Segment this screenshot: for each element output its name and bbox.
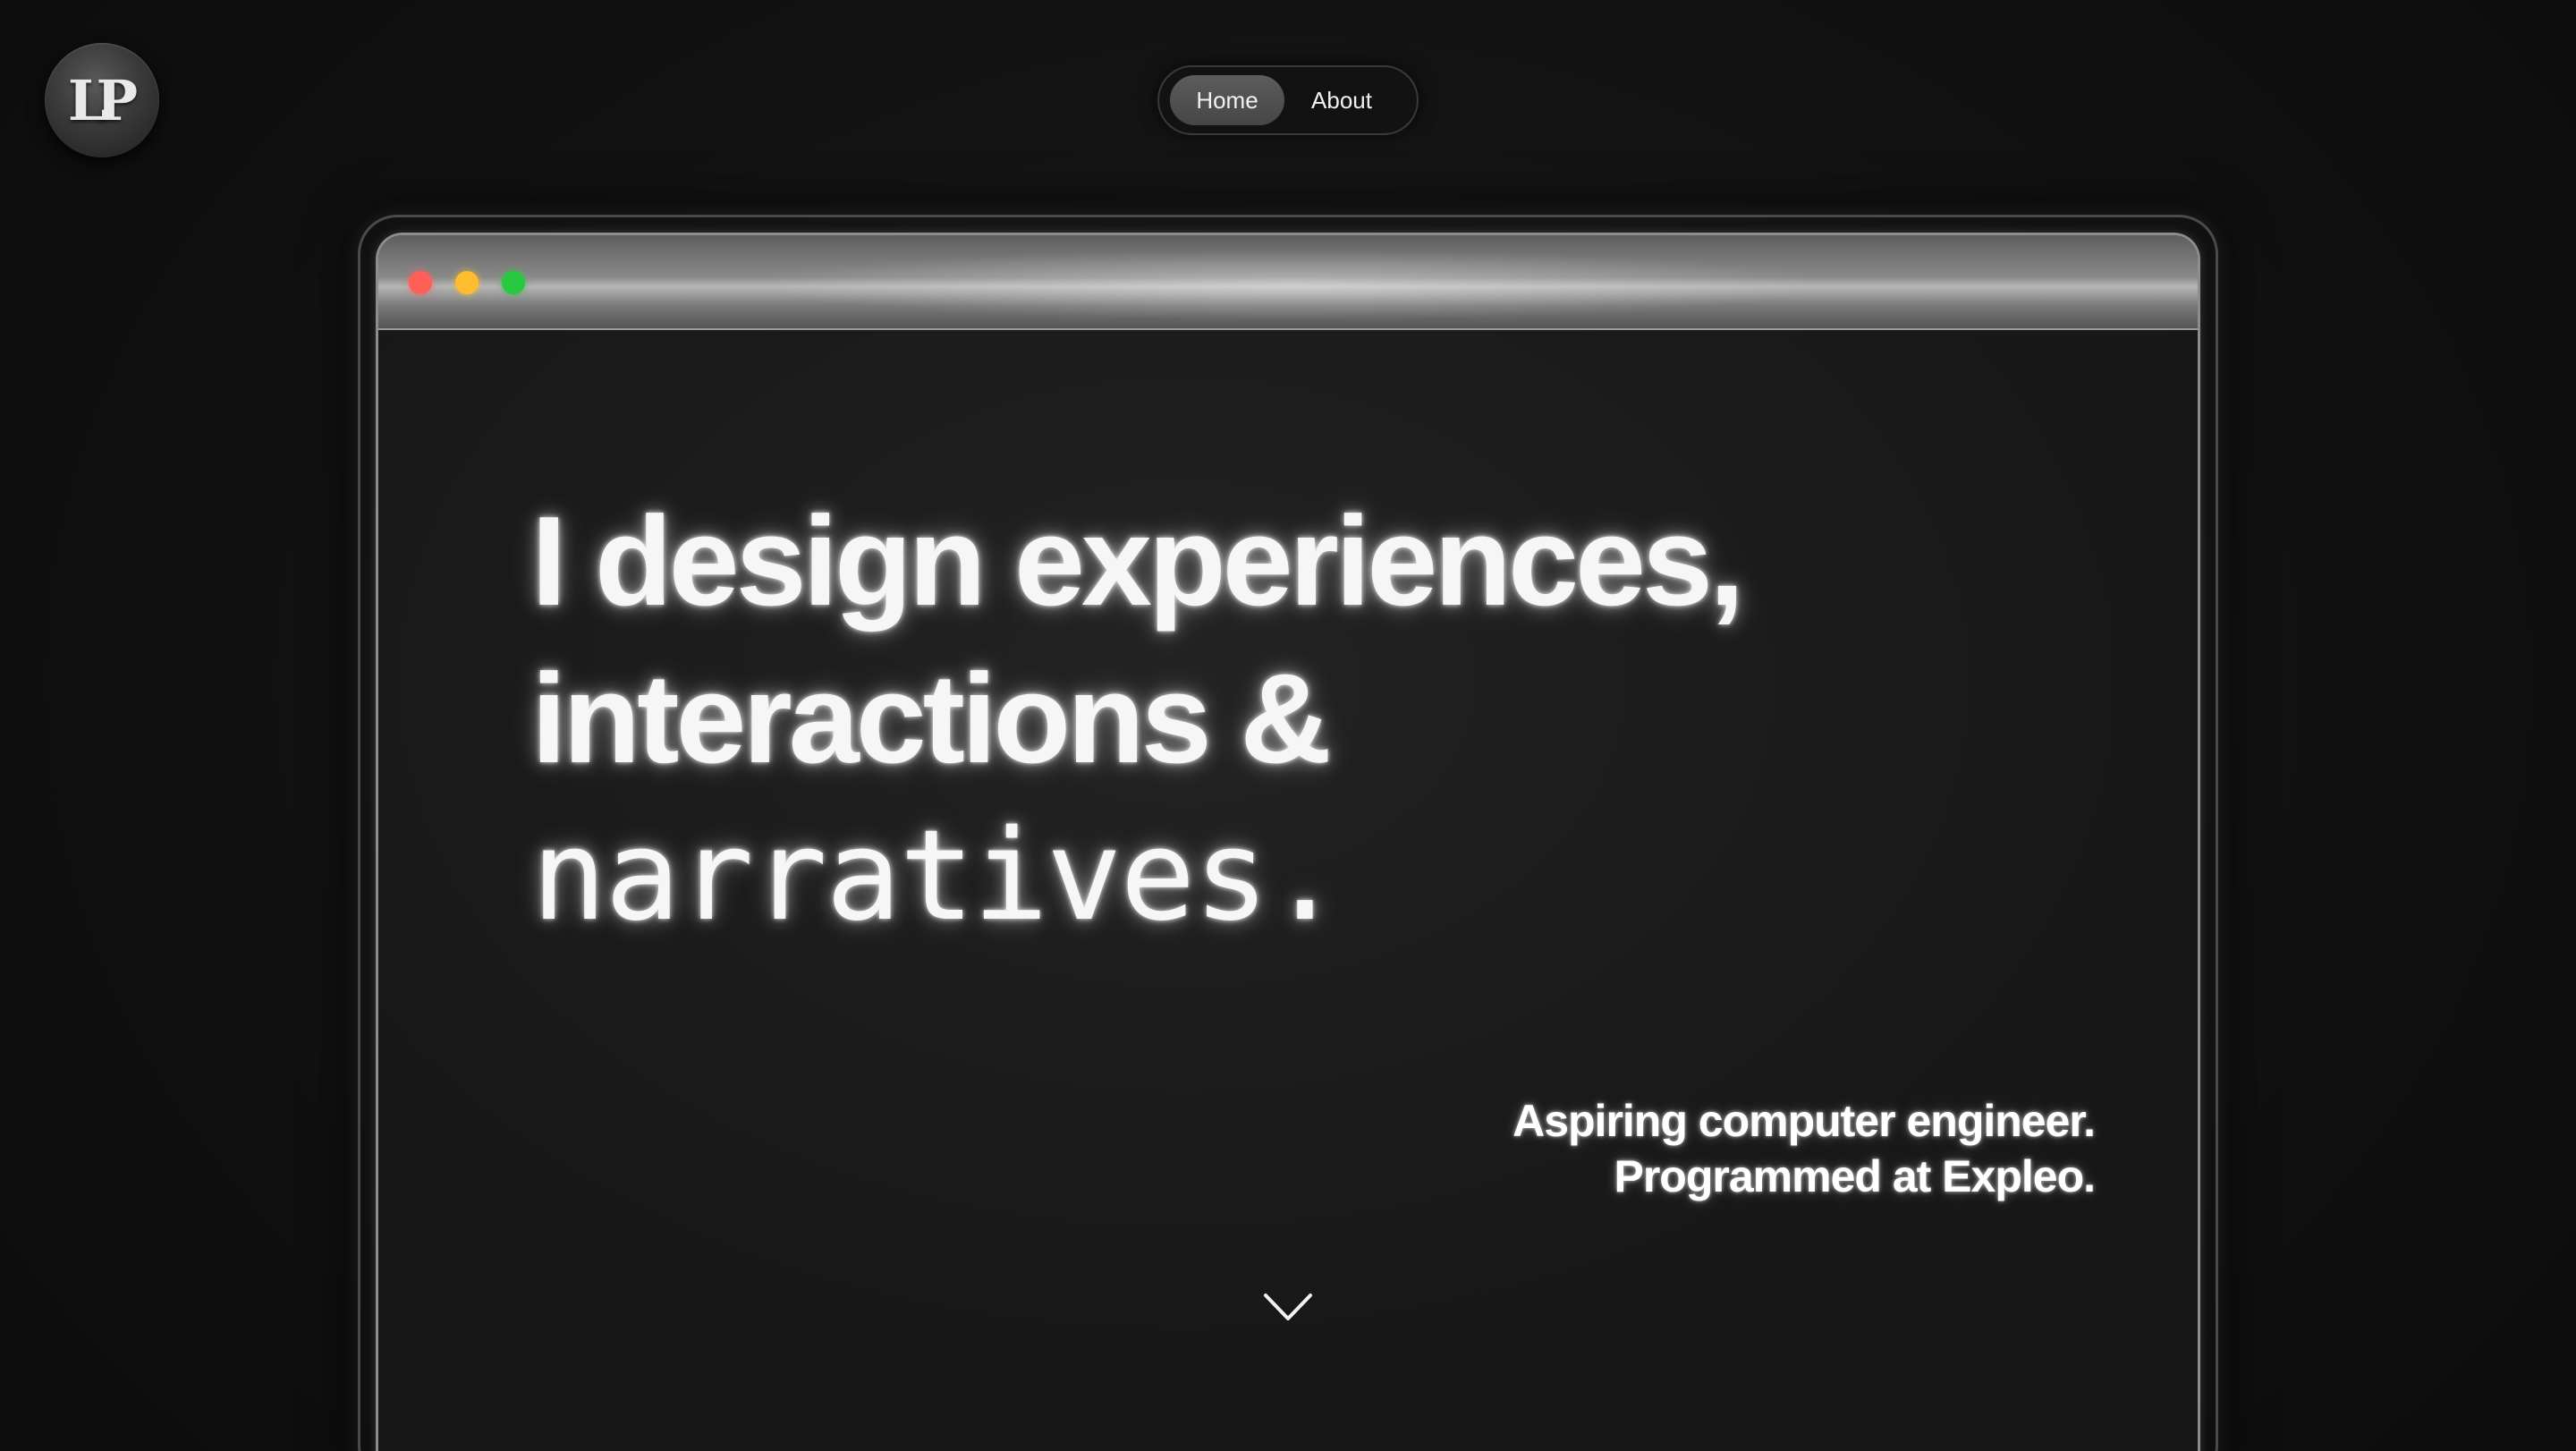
nav-home-button[interactable]: Home [1170, 75, 1284, 125]
browser-titlebar [378, 235, 2198, 330]
minimize-dot-icon [455, 271, 479, 294]
tagline-line-1: Aspiring computer engineer. [1513, 1096, 2096, 1146]
maximize-dot-icon [502, 271, 525, 294]
logo[interactable]: LP [45, 43, 159, 157]
top-nav: Home About [1157, 65, 1419, 135]
close-dot-icon [409, 271, 432, 294]
chevron-down-icon[interactable] [1263, 1292, 1313, 1324]
page: LP Home About I design experiences, inte… [0, 0, 2576, 1451]
hero-line-3: narratives. [531, 803, 1343, 949]
hero-line-2: interactions & [531, 648, 1332, 790]
logo-monogram: LP [67, 67, 138, 133]
nav-about-button[interactable]: About [1284, 75, 1399, 125]
hero-heading: I design experiences, interactions & nar… [531, 483, 1744, 955]
tagline-line-2: Programmed at Expleo. [1614, 1151, 2096, 1201]
hero-line-1: I design experiences, [531, 490, 1744, 632]
tagline: Aspiring computer engineer. Programmed a… [1513, 1093, 2096, 1204]
